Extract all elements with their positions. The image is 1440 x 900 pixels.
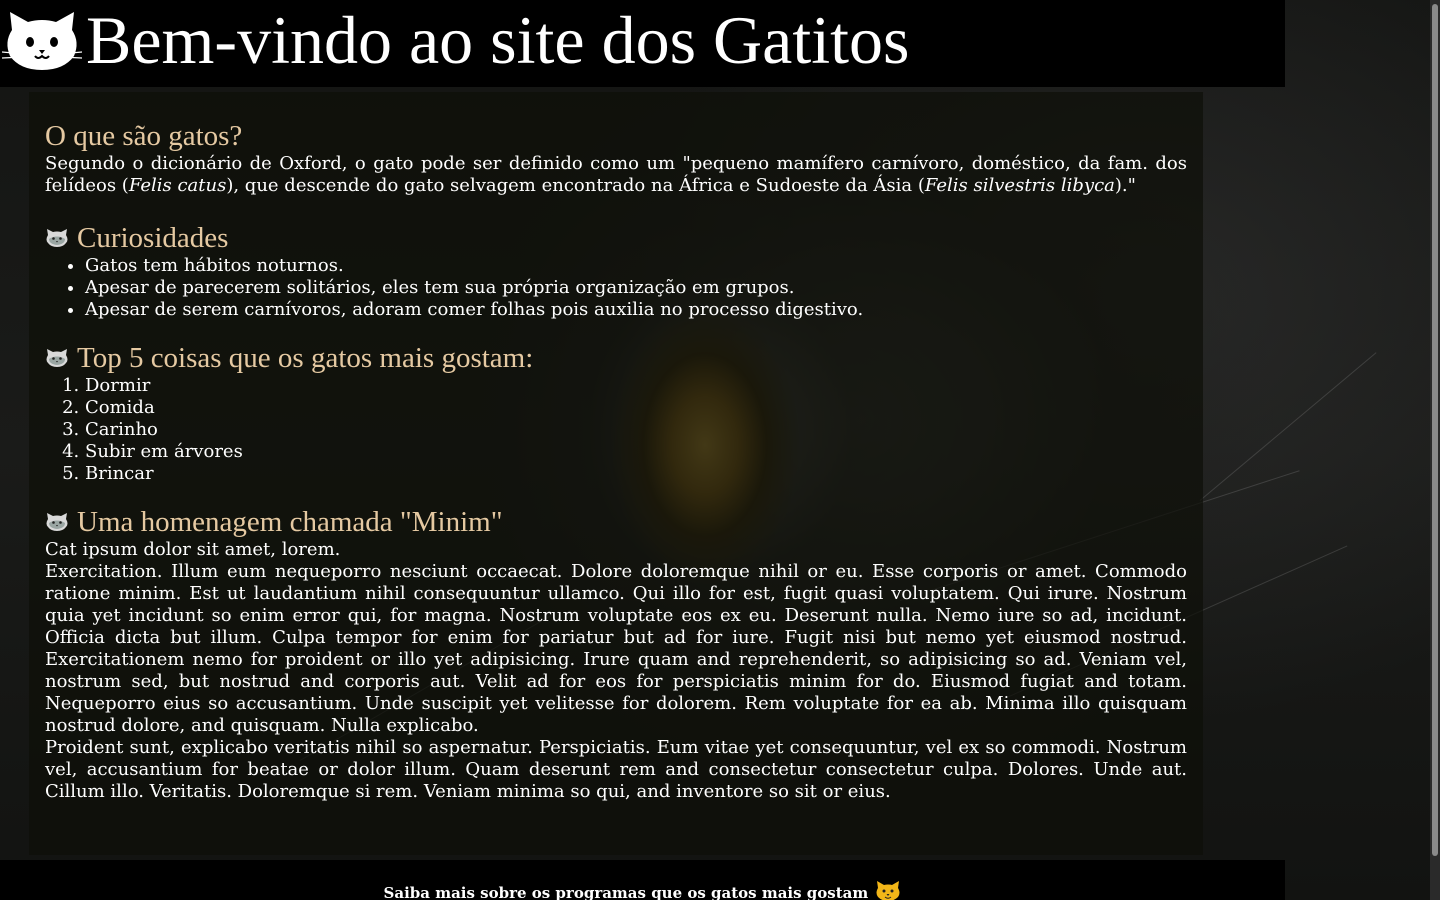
list-item: Apesar de serem carnívoros, adoram comer… <box>85 299 1187 321</box>
cat-face-icon <box>876 881 900 900</box>
section-top5: Top 5 coisas que os gatos mais gostam: D… <box>45 341 1187 485</box>
curiosities-list: Gatos tem hábitos noturnos. Apesar de pa… <box>45 255 1187 321</box>
cat-face-icon <box>46 513 68 531</box>
cat-face-icon <box>2 12 82 70</box>
section-tribute: Uma homenagem chamada "Minim" Cat ipsum … <box>45 505 1187 803</box>
heading-tribute: Uma homenagem chamada "Minim" <box>45 505 1187 539</box>
site-title: Bem-vindo ao site dos Gatitos <box>86 2 910 78</box>
species-name: Felis silvestris libyca <box>924 175 1115 196</box>
list-item: Subir em árvores <box>85 441 1187 463</box>
section-what-are-cats: O que são gatos? Segundo o dicionário de… <box>45 119 1187 197</box>
main-content: O que são gatos? Segundo o dicionário de… <box>29 92 1203 855</box>
list-item: Carinho <box>85 419 1187 441</box>
cat-face-icon <box>46 229 68 247</box>
heading-top5: Top 5 coisas que os gatos mais gostam: <box>45 341 1187 375</box>
tribute-intro: Cat ipsum dolor sit amet, lorem. <box>45 539 341 560</box>
footer-text[interactable]: Saiba mais sobre os programas que os gat… <box>384 884 869 900</box>
tribute-paragraph: Exercitation. Illum eum nequeporro nesci… <box>45 561 1187 736</box>
tribute-paragraph: Proident sunt, explicabo veritatis nihil… <box>45 737 1187 802</box>
cat-face-icon <box>46 349 68 367</box>
site-header: Bem-vindo ao site dos Gatitos <box>0 0 1285 87</box>
definition-paragraph: Segundo o dicionário de Oxford, o gato p… <box>45 153 1187 196</box>
list-item: Dormir <box>85 375 1187 397</box>
list-item: Comida <box>85 397 1187 419</box>
list-item: Gatos tem hábitos noturnos. <box>85 255 1187 277</box>
footer-link[interactable]: Saiba mais sobre os programas que os gat… <box>0 860 1285 900</box>
site-footer: Saiba mais sobre os programas que os gat… <box>0 860 1285 900</box>
heading-curiosities: Curiosidades <box>45 221 1187 255</box>
section-curiosities: Curiosidades Gatos tem hábitos noturnos.… <box>45 221 1187 321</box>
list-item: Brincar <box>85 463 1187 485</box>
scrollbar-thumb[interactable] <box>1432 4 1438 856</box>
top5-list: Dormir Comida Carinho Subir em árvores B… <box>45 375 1187 485</box>
species-name: Felis catus <box>128 175 227 196</box>
heading-what-are-cats: O que são gatos? <box>45 120 243 152</box>
list-item: Apesar de parecerem solitários, eles tem… <box>85 277 1187 299</box>
